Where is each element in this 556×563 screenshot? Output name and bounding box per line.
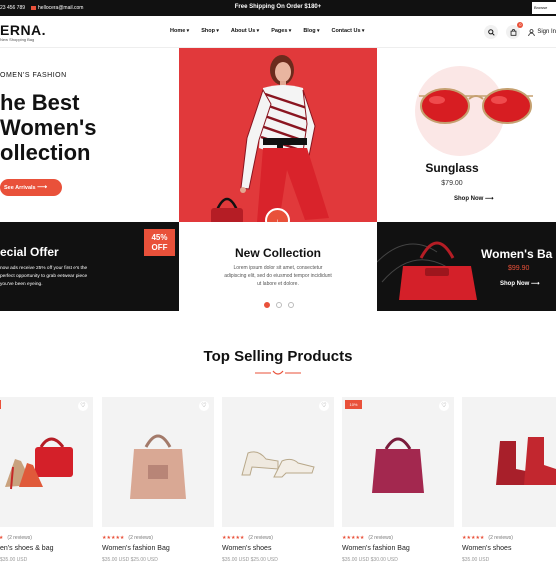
sunglass-price: $79.00	[441, 180, 463, 187]
product-image	[241, 451, 315, 478]
nav-item-contact[interactable]: Contact Us	[331, 28, 364, 34]
header: ERNA. New Shopping Bag Home Shop About U…	[0, 16, 556, 48]
search-icon[interactable]	[484, 25, 499, 39]
nav-item-shop[interactable]: Shop	[201, 28, 219, 34]
handbag-image	[377, 241, 477, 300]
sunglass-shop-now-link[interactable]: Shop Now ⟶	[454, 195, 494, 202]
product-price: $35.00 USD	[0, 557, 28, 563]
womens-bag-price: $99.90	[508, 265, 530, 272]
sunglass-image	[419, 88, 533, 124]
product-rating: ★★★★★(2 reviews)	[462, 535, 513, 541]
logo[interactable]: ERNA.	[0, 22, 46, 38]
womens-bag-promo: Women's Ba $99.90 Shop Now ⟶	[377, 222, 556, 311]
hero-title: he Best Women's ollection	[0, 90, 97, 165]
shipping-notice: Free Shipping On Order $180+	[234, 4, 322, 10]
section-title: Top Selling Products	[203, 348, 353, 365]
user-icon	[528, 28, 535, 36]
product-price: $35.00 USD	[462, 557, 490, 563]
new-collection-text: Lorem ipsum dolor sit amet, consectetur …	[224, 265, 332, 287]
product-image	[496, 437, 556, 485]
see-arrivals-button[interactable]: See Arrivals ⟶	[0, 179, 62, 196]
product-image	[130, 434, 186, 499]
product-card[interactable]: ♡	[222, 397, 334, 527]
product-name[interactable]: Women's fashion Bag	[102, 545, 170, 552]
product-card[interactable]: % ♡	[0, 397, 93, 527]
logo-subtitle: New Shopping Bag	[0, 37, 35, 42]
product-image	[372, 437, 424, 493]
header-icons: 0 Sign In	[484, 22, 556, 39]
cart-icon[interactable]: 0	[506, 22, 524, 39]
product-rating: ★★★★★(2 reviews)	[222, 535, 273, 541]
special-offer-title: ecial Offer	[0, 245, 59, 259]
new-collection-title: New Collection	[234, 246, 321, 260]
main-nav: Home Shop About Us Pages Blog Contact Us	[170, 28, 364, 34]
womens-bag-shop-now-link[interactable]: Shop Now ⟶	[500, 280, 540, 287]
product-card[interactable]: ♡	[102, 397, 214, 527]
nav-item-pages[interactable]: Pages	[271, 28, 291, 34]
nav-item-blog[interactable]: Blog	[303, 28, 319, 34]
product-rating: ★★★★★(2 reviews)	[342, 535, 393, 541]
product-name[interactable]: Women's shoes	[462, 545, 511, 552]
product-price: $35.00 USD $25.00 USD	[102, 557, 158, 563]
nav-item-home[interactable]: Home	[170, 28, 189, 34]
sunglass-promo: Sunglass $79.00 Shop Now ⟶	[377, 48, 556, 222]
product-name[interactable]: en's shoes & bag	[0, 545, 53, 552]
cart-count-badge: 0	[517, 22, 524, 28]
product-price: $35.00 USD $25.00 USD	[222, 557, 278, 563]
ornament-divider-icon	[255, 370, 301, 375]
product-card[interactable]: ♡	[462, 397, 556, 527]
special-offer-panel: ecial Offer now ads receive 25% off your…	[0, 222, 179, 311]
carousel-dot-3[interactable]	[288, 302, 294, 308]
heart-icon[interactable]: ♡	[78, 401, 88, 411]
product-rating: ★★★★★(2 reviews)	[102, 535, 153, 541]
discount-badge: 45% OFF	[144, 229, 175, 256]
signin-link[interactable]: Sign In	[528, 28, 556, 36]
carousel-dots	[264, 302, 294, 308]
sale-badge: %	[0, 400, 1, 409]
product-image	[5, 437, 73, 490]
womens-bag-title: Women's Ba	[481, 247, 553, 261]
heart-icon[interactable]: ♡	[439, 401, 449, 411]
heart-icon[interactable]: ♡	[199, 401, 209, 411]
product-card[interactable]: 10% ♡	[342, 397, 454, 527]
product-price: $35.00 USD $30.00 USD	[342, 557, 398, 563]
heart-icon[interactable]: ♡	[319, 401, 329, 411]
top-bar: 23 456 789 hellocera@mail.com Free Shipp…	[0, 0, 556, 16]
sunglass-title: Sunglass	[425, 161, 479, 175]
product-rating: ★★★★★(2 reviews)	[0, 535, 32, 541]
product-name[interactable]: Women's shoes	[222, 545, 271, 552]
carousel-dot-1[interactable]	[264, 302, 270, 308]
new-collection-panel: New Collection Lorem ipsum dolor sit ame…	[179, 222, 377, 311]
nav-item-about[interactable]: About Us	[231, 28, 259, 34]
hero-text: OMEN'S FASHION he Best Women's ollection…	[0, 48, 179, 222]
hero-kicker: OMEN'S FASHION	[0, 72, 67, 79]
special-offer-text: now ads receive 25% off your first e's t…	[0, 266, 88, 287]
carousel-dot-2[interactable]	[276, 302, 282, 308]
hero-model-image	[179, 48, 377, 222]
browse-button[interactable]: Browse	[532, 2, 556, 14]
product-name[interactable]: Women's fashion Bag	[342, 545, 410, 552]
sale-badge: 10%	[345, 400, 362, 409]
